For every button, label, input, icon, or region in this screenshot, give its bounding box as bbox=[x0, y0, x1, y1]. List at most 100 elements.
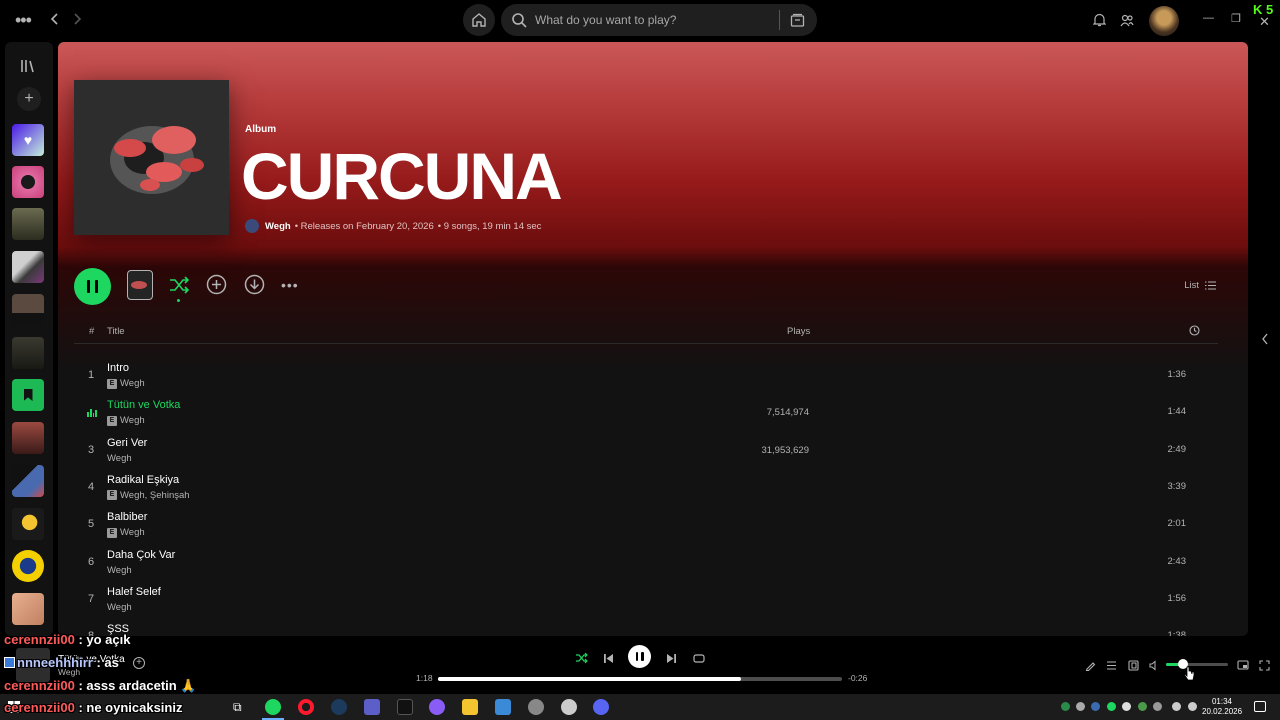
shuffle-icon[interactable] bbox=[168, 274, 190, 302]
tray-icon[interactable] bbox=[1122, 702, 1131, 711]
view-toggle[interactable]: List bbox=[1184, 280, 1216, 291]
library-item[interactable] bbox=[12, 208, 44, 240]
track-artist[interactable]: Wegh bbox=[120, 527, 145, 538]
discord-taskbar-icon[interactable] bbox=[593, 699, 609, 715]
browse-icon[interactable] bbox=[790, 13, 805, 28]
tray-icon[interactable] bbox=[1188, 702, 1197, 711]
notification-icon[interactable] bbox=[1254, 701, 1266, 712]
previous-icon[interactable] bbox=[603, 651, 614, 669]
library-item[interactable] bbox=[12, 166, 44, 198]
play-pause-button[interactable] bbox=[628, 645, 651, 668]
track-artist[interactable]: Wegh bbox=[107, 453, 132, 464]
track-row[interactable]: 3 Geri Ver Wegh 31,953,629 2:49 bbox=[74, 432, 1218, 468]
forward-icon[interactable] bbox=[70, 12, 84, 30]
track-artist[interactable]: Wegh bbox=[107, 602, 132, 613]
track-title[interactable]: Halef Selef bbox=[107, 586, 161, 598]
bell-icon[interactable] bbox=[1092, 13, 1107, 31]
library-item[interactable] bbox=[12, 337, 44, 369]
track-row[interactable]: Tütün ve Votka E Wegh 7,514,974 1:44 bbox=[74, 394, 1218, 430]
track-artist[interactable]: Wegh, Şehinşah bbox=[120, 490, 190, 501]
track-row[interactable]: 6 Daha Çok Var Wegh 2:43 bbox=[74, 544, 1218, 580]
app-taskbar-icon[interactable] bbox=[495, 699, 511, 715]
steam-taskbar-icon[interactable] bbox=[331, 699, 347, 715]
repeat-icon[interactable] bbox=[693, 651, 705, 669]
album-view: Album CURCUNA Wegh • Releases on Februar… bbox=[58, 42, 1248, 636]
expand-panel-icon[interactable] bbox=[1261, 333, 1269, 348]
tray-icon[interactable] bbox=[1172, 702, 1181, 711]
tiktok-taskbar-icon[interactable] bbox=[397, 699, 413, 715]
track-row[interactable]: 8ŞSS1:38 bbox=[74, 618, 1218, 636]
spotify-taskbar-icon[interactable] bbox=[265, 699, 281, 715]
taskbar-clock[interactable]: 01:34 20.02.2026 bbox=[1202, 697, 1242, 717]
tray-icon[interactable] bbox=[1107, 702, 1116, 711]
taskview-icon[interactable]: ⧉ bbox=[233, 700, 242, 715]
volume-icon[interactable] bbox=[1149, 658, 1160, 676]
artist-link[interactable]: Wegh bbox=[265, 221, 291, 232]
lyrics-icon[interactable] bbox=[1085, 658, 1096, 676]
track-title[interactable]: Intro bbox=[107, 362, 129, 374]
close-icon[interactable]: ✕ bbox=[1259, 14, 1270, 30]
track-artist[interactable]: Wegh bbox=[107, 565, 132, 576]
more-icon[interactable]: ••• bbox=[281, 277, 299, 293]
track-row[interactable]: 1 Intro E Wegh 1:36 bbox=[74, 357, 1218, 393]
artist-avatar[interactable] bbox=[245, 219, 259, 233]
user-avatar[interactable] bbox=[1149, 6, 1179, 36]
tray-icon[interactable] bbox=[1076, 702, 1085, 711]
miniplayer-icon[interactable] bbox=[1237, 658, 1249, 676]
minimize-icon[interactable]: — bbox=[1203, 12, 1214, 24]
track-title[interactable]: Daha Çok Var bbox=[107, 549, 175, 561]
tray-icon[interactable] bbox=[1138, 702, 1147, 711]
file-explorer-taskbar-icon[interactable] bbox=[462, 699, 478, 715]
queue-icon[interactable] bbox=[1106, 658, 1117, 676]
restore-icon[interactable]: ❐ bbox=[1231, 12, 1241, 25]
pause-button[interactable] bbox=[74, 268, 111, 305]
library-item[interactable] bbox=[12, 593, 44, 625]
app-taskbar-icon[interactable] bbox=[561, 699, 577, 715]
tray-icon[interactable] bbox=[1153, 702, 1162, 711]
add-to-library-icon[interactable]: + bbox=[133, 657, 145, 669]
search-divider bbox=[779, 10, 780, 30]
track-row[interactable]: 7 Halef Selef Wegh 1:56 bbox=[74, 581, 1218, 617]
track-artist[interactable]: Wegh bbox=[120, 415, 145, 426]
search-input[interactable] bbox=[527, 13, 779, 27]
next-icon[interactable] bbox=[666, 651, 677, 669]
progress-bar[interactable] bbox=[438, 677, 842, 681]
opera-taskbar-icon[interactable] bbox=[298, 699, 314, 715]
volume-slider[interactable] bbox=[1166, 659, 1228, 669]
track-title[interactable]: Balbiber bbox=[107, 511, 147, 523]
home-button[interactable] bbox=[463, 4, 495, 36]
download-icon[interactable] bbox=[244, 274, 265, 300]
chat-message: : asss ardacetin 🙏 bbox=[74, 678, 197, 693]
add-circle-icon[interactable] bbox=[206, 274, 227, 300]
tray-icon[interactable] bbox=[1061, 702, 1070, 711]
liked-songs-item[interactable]: ♥ bbox=[12, 124, 44, 156]
search-bar[interactable] bbox=[501, 4, 817, 36]
track-title[interactable]: Geri Ver bbox=[107, 437, 147, 449]
track-title[interactable]: Tütün ve Votka bbox=[107, 399, 180, 411]
app-taskbar-icon[interactable] bbox=[528, 699, 544, 715]
menu-dots-icon[interactable]: ••• bbox=[15, 11, 32, 29]
track-artist[interactable]: Wegh bbox=[120, 378, 145, 389]
back-icon[interactable] bbox=[48, 12, 62, 30]
tray-icon[interactable] bbox=[1091, 702, 1100, 711]
track-row[interactable]: 4 Radikal Eşkiya E Wegh, Şehinşah 3:39 bbox=[74, 469, 1218, 505]
track-title[interactable]: Radikal Eşkiya bbox=[107, 474, 179, 486]
app-taskbar-icon[interactable] bbox=[429, 699, 445, 715]
fullscreen-icon[interactable] bbox=[1259, 658, 1270, 676]
connect-device-icon[interactable] bbox=[1128, 658, 1139, 676]
library-item[interactable] bbox=[12, 508, 44, 540]
library-item[interactable] bbox=[12, 379, 44, 411]
library-icon[interactable] bbox=[20, 58, 36, 79]
progress-fill bbox=[438, 677, 741, 681]
track-row[interactable]: 5 Balbiber E Wegh 2:01 bbox=[74, 506, 1218, 542]
friends-icon[interactable] bbox=[1120, 13, 1134, 31]
library-item[interactable] bbox=[12, 550, 44, 582]
library-item[interactable] bbox=[12, 465, 44, 497]
library-item[interactable] bbox=[12, 294, 44, 326]
create-playlist-button[interactable]: + bbox=[17, 87, 41, 111]
library-item[interactable] bbox=[12, 422, 44, 454]
album-preview-button[interactable] bbox=[127, 270, 153, 300]
library-item[interactable] bbox=[12, 251, 44, 283]
teams-taskbar-icon[interactable] bbox=[364, 699, 380, 715]
shuffle-icon[interactable] bbox=[575, 651, 588, 669]
